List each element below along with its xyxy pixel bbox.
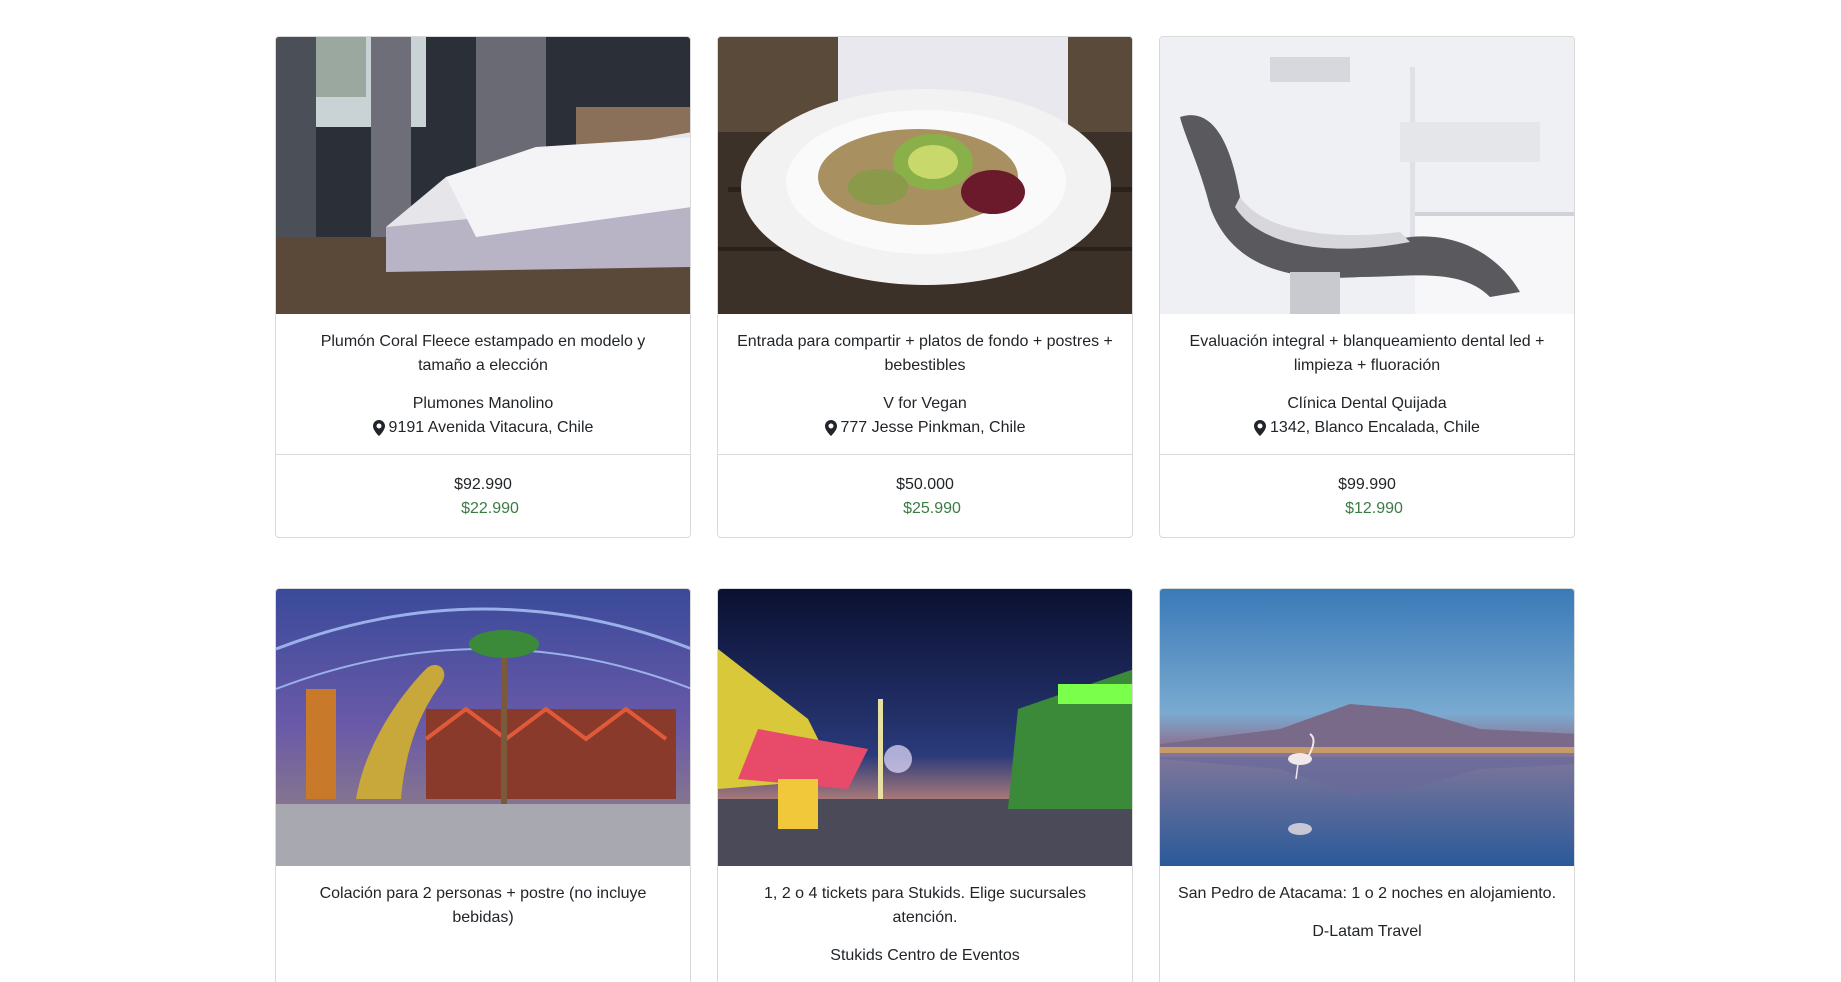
deal-card[interactable]: Entrada para compartir + platos de fondo…	[717, 36, 1133, 538]
dental-chair-photo	[1160, 37, 1574, 314]
discount-price: $12.990	[1345, 500, 1403, 517]
deals-grid: Plumón Coral Fleece estampado en modelo …	[275, 36, 1575, 982]
deal-title[interactable]: Colación para 2 personas + postre (no in…	[292, 882, 674, 930]
deal-location-text: 1342, Blanco Encalada, Chile	[1270, 419, 1480, 436]
deal-title[interactable]: Plumón Coral Fleece estampado en modelo …	[292, 330, 674, 378]
deal-image-vegan[interactable]	[718, 37, 1132, 314]
original-price: $50.000	[896, 476, 954, 493]
deal-body: Colación para 2 personas + postre (no in…	[276, 866, 690, 958]
deal-body: San Pedro de Atacama: 1 o 2 noches en al…	[1160, 866, 1574, 958]
deal-merchant: V for Vegan	[883, 395, 967, 412]
bedroom-photo	[276, 37, 690, 314]
deal-body: Plumón Coral Fleece estampado en modelo …	[276, 314, 690, 454]
deal-body: 1, 2 o 4 tickets para Stukids. Elige suc…	[718, 866, 1132, 982]
deal-pricing: $92.990 $22.990	[276, 454, 690, 537]
deal-location: 1342, Blanco Encalada, Chile	[1176, 416, 1558, 440]
deal-pricing: $99.990 $12.990	[1160, 454, 1574, 537]
deal-body: Entrada para compartir + platos de fondo…	[718, 314, 1132, 454]
deal-card[interactable]: 1, 2 o 4 tickets para Stukids. Elige suc…	[717, 588, 1133, 982]
deal-image-fair[interactable]	[718, 589, 1132, 866]
deal-image-bedroom[interactable]	[276, 37, 690, 314]
deal-location-text: 9191 Avenida Vitacura, Chile	[388, 419, 594, 436]
map-pin-icon	[372, 420, 385, 436]
deal-card[interactable]: San Pedro de Atacama: 1 o 2 noches en al…	[1159, 588, 1575, 982]
vegan-salad-photo	[718, 37, 1132, 314]
deal-merchant: Clínica Dental Quijada	[1287, 395, 1447, 412]
map-pin-icon	[1254, 420, 1267, 436]
deal-card[interactable]: Colación para 2 personas + postre (no in…	[275, 588, 691, 982]
deal-title[interactable]: San Pedro de Atacama: 1 o 2 noches en al…	[1176, 882, 1558, 906]
deal-location: 777 Jesse Pinkman, Chile	[734, 416, 1116, 440]
discount-price: $22.990	[461, 500, 519, 517]
flamingo-salt-flat-photo	[1160, 589, 1574, 866]
deal-location: 9191 Avenida Vitacura, Chile	[292, 416, 674, 440]
deal-pricing: $50.000 $25.990	[718, 454, 1132, 537]
original-price: $99.990	[1338, 476, 1396, 493]
deal-title[interactable]: 1, 2 o 4 tickets para Stukids. Elige suc…	[734, 882, 1116, 930]
deal-card[interactable]: Evaluación integral + blanqueamiento den…	[1159, 36, 1575, 538]
map-pin-icon	[824, 420, 837, 436]
deal-merchant: Stukids Centro de Eventos	[830, 947, 1020, 964]
discount-price: $25.990	[903, 500, 961, 517]
deal-location-text: 777 Jesse Pinkman, Chile	[840, 419, 1026, 436]
deal-title[interactable]: Entrada para compartir + platos de fondo…	[734, 330, 1116, 378]
night-fair-photo	[718, 589, 1132, 866]
deal-image-theme-park[interactable]	[276, 589, 690, 866]
dinosaur-theme-park-photo	[276, 589, 690, 866]
deal-merchant: Plumones Manolino	[412, 395, 554, 412]
deal-card[interactable]: Plumón Coral Fleece estampado en modelo …	[275, 36, 691, 538]
deal-body: Evaluación integral + blanqueamiento den…	[1160, 314, 1574, 454]
deal-merchant: D-Latam Travel	[1312, 923, 1422, 940]
deal-title[interactable]: Evaluación integral + blanqueamiento den…	[1176, 330, 1558, 378]
deal-image-dental[interactable]	[1160, 37, 1574, 314]
deal-image-atacama[interactable]	[1160, 589, 1574, 866]
original-price: $92.990	[454, 476, 512, 493]
